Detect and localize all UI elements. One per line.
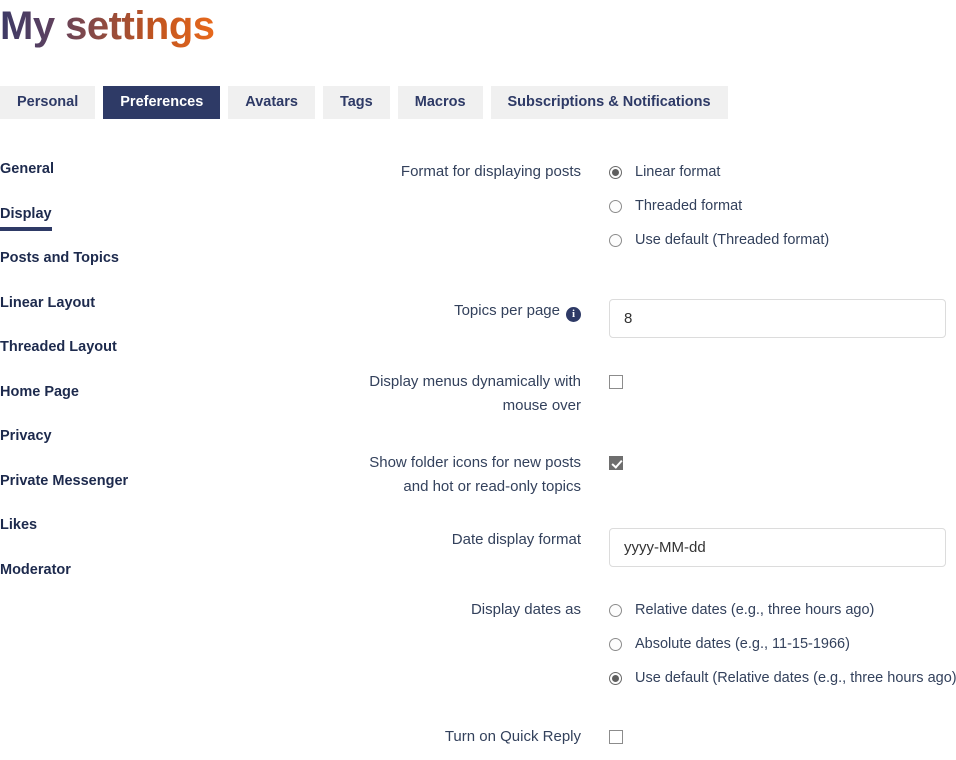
tab-avatars[interactable]: Avatars [228, 86, 315, 119]
display-dates-as-label: Display dates as [470, 601, 581, 618]
format-for-posts-label: Format for displaying posts [400, 163, 581, 180]
settings-form: Format for displaying posts Linear forma… [300, 160, 956, 760]
display-dates-as-option[interactable]: Relative dates (e.g., three hours ago) [609, 598, 956, 622]
display-dates-as-option[interactable]: Absolute dates (e.g., 11-15-1966) [609, 632, 956, 656]
sidebar-item-threaded-layout[interactable]: Threaded Layout [0, 338, 117, 357]
field-label: Show folder icons for new posts and hot … [300, 451, 581, 499]
field-quick-reply: Turn on Quick Reply [300, 725, 956, 749]
field-label: Topics per page i [300, 299, 581, 323]
date-display-format-input[interactable] [609, 528, 946, 567]
field-topics-per-page: Topics per page i [300, 299, 956, 338]
field-control [581, 451, 956, 475]
page-title: My settings [0, 4, 215, 48]
field-control [581, 528, 956, 567]
tab-bar: Personal Preferences Avatars Tags Macros Subs… [0, 86, 728, 119]
sidebar-item-private-messenger[interactable]: Private Messenger [0, 472, 128, 491]
topics-per-page-label: Topics per page [454, 302, 560, 319]
format-for-posts-option[interactable]: Threaded format [609, 194, 956, 218]
info-icon[interactable]: i [566, 307, 581, 322]
checkbox-wrap [609, 451, 956, 475]
field-label: Display dates as [300, 598, 581, 622]
display-menus-label-line1: Display menus dynamically with [369, 373, 581, 390]
format-for-posts-radio-group: Linear format Threaded format Use default … [609, 160, 956, 252]
field-control [581, 370, 956, 394]
sidebar-item-posts-and-topics[interactable]: Posts and Topics [0, 249, 119, 268]
field-label: Format for displaying posts [300, 160, 581, 184]
field-control [581, 725, 956, 749]
settings-page: My settings Personal Preferences Avatars Ta… [0, 0, 956, 760]
quick-reply-label: Turn on Quick Reply [444, 728, 581, 745]
show-folder-icons-label-line2: and hot or read-only topics [403, 478, 581, 495]
checkbox-wrap [609, 370, 956, 394]
radio-icon[interactable] [609, 233, 622, 247]
tab-subscriptions-notifications[interactable]: Subscriptions & Notifications [490, 86, 728, 119]
show-folder-icons-checkbox[interactable] [609, 456, 623, 470]
display-dates-as-radio-group: Relative dates (e.g., three hours ago) Ab… [609, 598, 956, 690]
sidebar-item-home-page[interactable]: Home Page [0, 383, 79, 402]
display-menus-label-line2: mouse over [502, 397, 581, 414]
sidebar-item-linear-layout[interactable]: Linear Layout [0, 294, 95, 313]
sidebar-item-moderator[interactable]: Moderator [0, 561, 71, 580]
format-for-posts-option-label: Use default (Threaded format) [635, 232, 830, 248]
display-dates-as-option-label: Absolute dates (e.g., 11-15-1966) [635, 636, 850, 652]
radio-icon[interactable] [609, 671, 622, 685]
radio-icon[interactable] [609, 603, 622, 617]
sidebar-item-general[interactable]: General [0, 160, 54, 179]
format-for-posts-option-label: Threaded format [635, 198, 743, 214]
radio-icon[interactable] [609, 199, 622, 213]
field-label: Turn on Quick Reply [300, 725, 581, 749]
show-folder-icons-label-line1: Show folder icons for new posts [369, 454, 581, 471]
sidebar-item-privacy[interactable]: Privacy [0, 427, 52, 446]
settings-sidebar: General Display Posts and Topics Linear Lay… [0, 160, 300, 605]
tab-preferences[interactable]: Preferences [103, 86, 221, 119]
display-menus-checkbox[interactable] [609, 375, 623, 389]
display-dates-as-option[interactable]: Use default (Relative dates (e.g., three… [609, 666, 956, 690]
format-for-posts-option[interactable]: Linear format [609, 160, 956, 184]
sidebar-item-display[interactable]: Display [0, 205, 52, 231]
radio-icon[interactable] [609, 165, 622, 179]
radio-icon[interactable] [609, 637, 622, 651]
field-label: Date display format [300, 528, 581, 552]
field-control: Relative dates (e.g., three hours ago) Ab… [581, 598, 956, 690]
format-for-posts-option[interactable]: Use default (Threaded format) [609, 228, 956, 252]
field-display-menus-dynamically: Display menus dynamically with mouse ove… [300, 370, 956, 418]
sidebar-item-likes[interactable]: Likes [0, 516, 37, 535]
tab-tags[interactable]: Tags [322, 86, 390, 119]
field-format-for-posts: Format for displaying posts Linear forma… [300, 160, 956, 252]
field-show-folder-icons: Show folder icons for new posts and hot … [300, 451, 956, 499]
display-dates-as-option-label: Relative dates (e.g., three hours ago) [635, 602, 875, 618]
field-display-dates-as: Display dates as Relative dates (e.g., t… [300, 598, 956, 690]
date-display-format-label: Date display format [451, 531, 581, 548]
topics-per-page-input[interactable] [609, 299, 946, 338]
field-date-display-format: Date display format [300, 528, 956, 567]
field-control [581, 299, 956, 338]
tab-macros[interactable]: Macros [397, 86, 483, 119]
format-for-posts-option-label: Linear format [635, 164, 721, 180]
field-control: Linear format Threaded format Use default … [581, 160, 956, 252]
field-label: Display menus dynamically with mouse ove… [300, 370, 581, 418]
display-dates-as-option-label: Use default (Relative dates (e.g., three… [635, 670, 956, 686]
checkbox-wrap [609, 725, 956, 749]
quick-reply-checkbox[interactable] [609, 730, 623, 744]
tab-personal[interactable]: Personal [0, 86, 96, 119]
